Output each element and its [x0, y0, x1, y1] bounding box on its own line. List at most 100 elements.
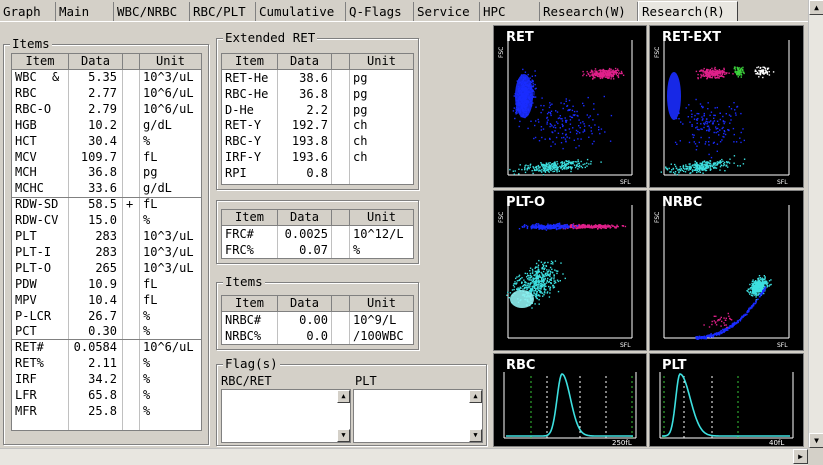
item-mark [126, 102, 138, 117]
item-flag [52, 197, 66, 212]
table-row: PLT 283 10^3/uL [12, 229, 201, 244]
ret-blue-scatter [520, 95, 613, 150]
item-name: RPI [225, 165, 247, 180]
tab-main[interactable]: Main [56, 2, 114, 21]
item-value: 2.2 [306, 102, 328, 117]
item-value: 2.79 [88, 101, 117, 116]
flag-plt-down-icon[interactable]: ▼ [469, 429, 482, 442]
flag-rbc-down-icon[interactable]: ▼ [337, 429, 350, 442]
item-name: IRF-Y [225, 150, 262, 164]
item-name: P-LCR [15, 308, 52, 323]
item-unit: 10^3/uL [143, 244, 194, 259]
tab-q-flags[interactable]: Q-Flags [346, 2, 414, 21]
item-mark [126, 229, 138, 244]
item-value: 193.6 [291, 150, 328, 164]
y-axis-label: FSC [654, 212, 661, 223]
flag-rbc-up-icon[interactable]: ▲ [337, 390, 350, 403]
item-mark [126, 86, 138, 101]
tab-wbc-nrbc[interactable]: WBC/NRBC [114, 2, 190, 21]
item-mark [126, 388, 138, 403]
item-flag [52, 134, 66, 149]
table-row: PDW 10.9 fL [12, 277, 201, 292]
table-row: WBC & 5.35 10^3/uL [12, 70, 201, 85]
item-mark [126, 404, 138, 419]
item-name: RET% [15, 356, 44, 371]
flag-plt-list[interactable]: ▲ ▼ [353, 389, 483, 443]
extended-ret-table: Item Data Unit RET-He 38.6 pg RBC-He 36.8 pg D… [221, 53, 414, 185]
y-axis-label: FSC [498, 212, 505, 223]
scroll-up-icon[interactable]: ▲ [809, 0, 823, 15]
item-unit: % [143, 213, 151, 228]
tab-hpc[interactable]: HPC [480, 2, 540, 21]
tab-cumulative[interactable]: Cumulative [256, 2, 346, 21]
item-mark [126, 181, 138, 196]
ret-ext-plot-title: RET-EXT [662, 30, 722, 45]
flag-plt-up-icon[interactable]: ▲ [469, 390, 482, 403]
flag-rbc-ret-label: RBC/RET [221, 374, 272, 388]
item-value: 34.2 [88, 372, 117, 387]
item-name: RBC-Y [225, 134, 262, 149]
table-row: HGB 10.2 g/dL [12, 118, 201, 133]
item-mark [126, 118, 138, 133]
vertical-scrollbar[interactable]: ▲ ▼ [808, 0, 823, 448]
item-mark [126, 134, 138, 149]
item-name: RET-He [225, 71, 269, 85]
item-value: 192.7 [291, 118, 328, 133]
histogram-curve [662, 373, 790, 437]
item-name: NRBC% [225, 328, 262, 343]
nrbc-table: Item Data Unit NRBC# 0.00 10^9/L NRBC% 0.0/1… [221, 295, 414, 345]
item-unit: 10^3/uL [143, 229, 194, 243]
item-value: 36.8 [299, 86, 328, 101]
table-row: MCV 109.7 fL [12, 150, 201, 165]
item-flag [52, 181, 66, 196]
ret-scattergram: FSC SFL RET [493, 25, 647, 188]
item-unit [353, 166, 413, 181]
table-row: IRF 34.2% [12, 372, 201, 387]
item-name: FRC% [225, 242, 254, 257]
table-row: PCT 0.30% [12, 324, 201, 339]
item-name: LFR [15, 388, 37, 402]
item-mark [126, 340, 138, 355]
nrbc-scattergram: FSC SFL NRBC [649, 190, 804, 351]
item-unit: % [143, 133, 151, 148]
item-name: RBC-O [15, 101, 52, 116]
item-name: RET# [15, 340, 44, 355]
item-name: RDW-SD [15, 197, 59, 212]
retext-blue-scatter [674, 98, 745, 159]
item-name: MFR [15, 403, 37, 418]
flag-rbc-ret-list[interactable]: ▲ ▼ [221, 389, 351, 443]
table-row: MPV 10.4 fL [12, 293, 201, 308]
table-row: NRBC# 0.00 10^9/L [222, 313, 413, 328]
item-value: 10.9 [88, 276, 117, 291]
nrbc-magenta-dots [703, 312, 733, 329]
scroll-down-icon[interactable]: ▼ [809, 433, 823, 448]
ret-plot-title: RET [506, 30, 534, 45]
items-group: Items Item Data Unit WBC & 5.35 10^3/uL RBC 2… [3, 37, 209, 445]
item-value: 283 [95, 244, 117, 259]
tab-research-w[interactable]: Research(W) [540, 2, 638, 21]
item-value: 10.4 [88, 292, 117, 307]
tab-graph[interactable]: Graph [0, 2, 56, 21]
item-flag [52, 261, 66, 276]
table-row: FRC# 0.0025 10^12/L [222, 227, 413, 242]
item-mark [126, 372, 138, 387]
plt-o-scattergram: FSC SFL PLT-O [493, 190, 647, 351]
tab-research-r[interactable]: Research(R) [638, 1, 738, 21]
horizontal-scrollbar[interactable]: ▶ [0, 448, 808, 465]
item-name: FRC# [225, 227, 254, 241]
item-mark [126, 324, 138, 339]
plt-histogram: 40fL PLT [649, 353, 804, 447]
item-name: PDW [15, 276, 37, 291]
table-row: HCT 30.4% [12, 134, 201, 149]
table-row: IRF-Y 193.6 ch [222, 150, 413, 165]
plto-magenta-band [559, 223, 627, 230]
item-value: 33.6 [88, 181, 117, 196]
tab-service[interactable]: Service [414, 2, 480, 21]
item-unit: % [143, 356, 151, 371]
x-axis-label: SFL [777, 179, 788, 186]
items-table: Item Data Unit WBC & 5.35 10^3/uL RBC 2.77 10^… [11, 53, 202, 431]
item-mark [126, 150, 138, 165]
table-row: RDW-CV 15.0% [12, 213, 201, 228]
tab-rbc-plt[interactable]: RBC/PLT [190, 2, 256, 21]
scroll-right-icon[interactable]: ▶ [793, 449, 808, 464]
